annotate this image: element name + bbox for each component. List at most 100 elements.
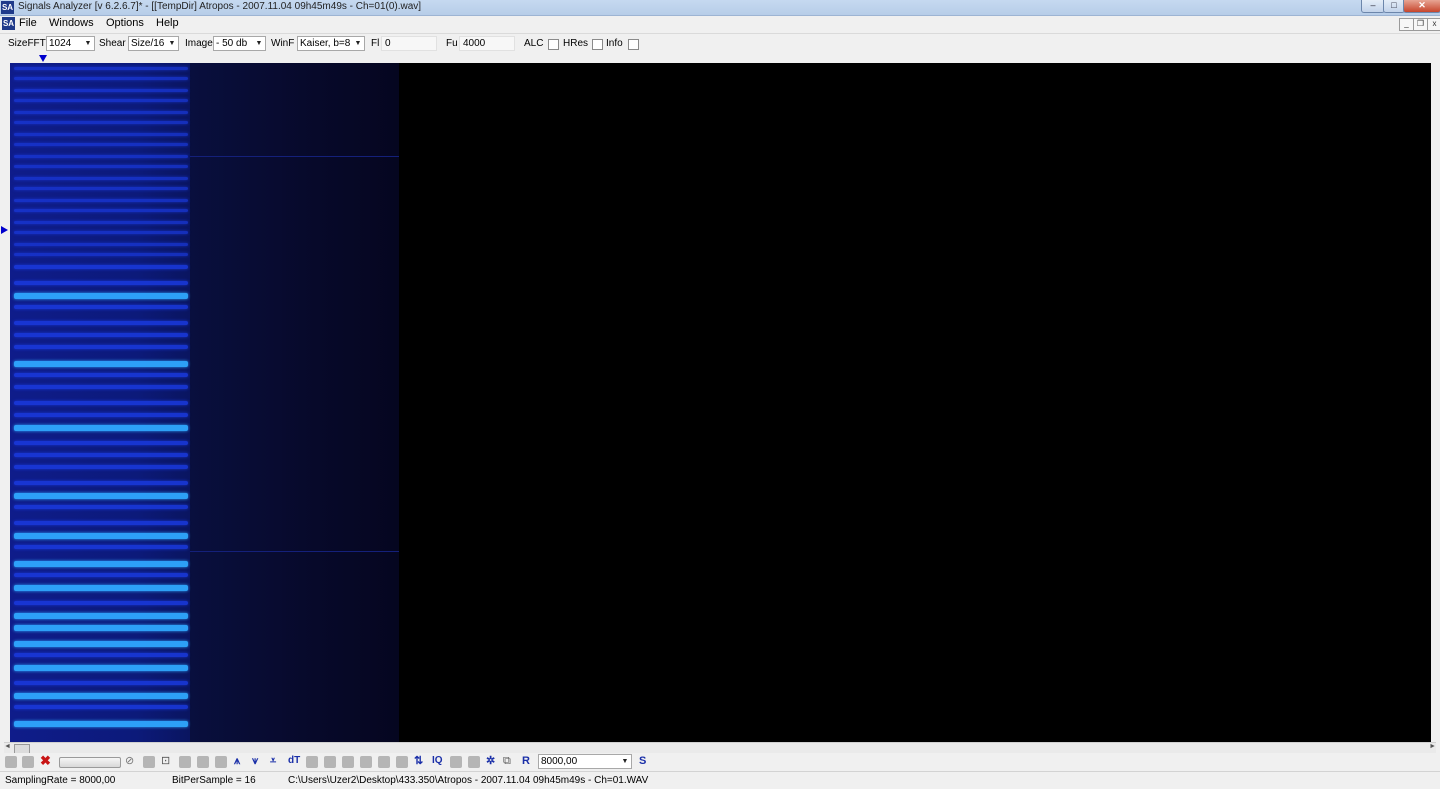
scroll-left-icon[interactable]: ◄	[4, 743, 11, 750]
sampling-rate-value: 8000,00	[541, 756, 578, 767]
menu-options[interactable]: Options	[106, 17, 144, 29]
no-entry-icon[interactable]: ⊘	[125, 754, 134, 768]
align-bottom-icon[interactable]: ⩡	[270, 754, 276, 768]
signal-burst	[14, 385, 188, 389]
fu-input[interactable]: 4000	[459, 36, 515, 51]
frequency-marker-icon[interactable]	[39, 55, 47, 62]
alc-checkbox[interactable]	[548, 39, 559, 50]
signal-burst	[14, 121, 188, 124]
signal-burst	[14, 221, 188, 224]
child-restore-button[interactable]: ❐	[1413, 18, 1428, 31]
sizefft-select[interactable]: 1024 ▼	[46, 36, 95, 51]
signal-burst	[14, 373, 188, 377]
signal-burst	[14, 653, 188, 657]
signal-burst	[14, 465, 188, 469]
signal-burst	[14, 361, 188, 367]
toolbar-button[interactable]	[179, 756, 191, 768]
sampling-rate-status: SamplingRate = 8000,00	[5, 775, 116, 786]
toolbar-button[interactable]	[215, 756, 227, 768]
r-icon[interactable]: R	[522, 754, 530, 768]
frame-icon[interactable]: ⊡	[161, 754, 170, 768]
info-label: Info	[606, 38, 623, 49]
signal-burst	[14, 425, 188, 431]
signal-burst	[14, 721, 188, 727]
child-minimize-button[interactable]: _	[1399, 18, 1414, 31]
signal-burst	[14, 209, 188, 212]
freq-swap-icon[interactable]: ⇅	[414, 754, 423, 768]
minimize-button[interactable]: –	[1361, 0, 1385, 13]
title-bar: SA Signals Analyzer [v 6.2.6.7]* - [[Tem…	[0, 0, 1440, 16]
signal-burst	[14, 705, 188, 709]
signal-burst	[14, 77, 188, 80]
delete-icon[interactable]: ✖	[40, 754, 51, 768]
toolbar-button[interactable]	[378, 756, 390, 768]
settings-icon[interactable]: ✲	[486, 754, 495, 768]
chevron-down-icon: ▼	[168, 40, 176, 47]
menu-file[interactable]: File	[19, 17, 37, 29]
toolbar-button[interactable]	[306, 756, 318, 768]
carrier-trace	[190, 156, 399, 157]
signal-burst	[14, 505, 188, 509]
image-select[interactable]: - 50 db ▼	[213, 36, 266, 51]
toolbar-button[interactable]	[468, 756, 480, 768]
spectrogram-canvas[interactable]	[10, 63, 1431, 742]
dt-icon[interactable]: dT	[288, 754, 300, 768]
signal-burst	[14, 345, 188, 349]
hres-checkbox[interactable]	[592, 39, 603, 50]
winf-select[interactable]: Kaiser, b=8 ▼	[297, 36, 365, 51]
document-icon[interactable]: SA	[2, 17, 15, 30]
scroll-right-icon[interactable]: ►	[1429, 743, 1436, 750]
sampling-rate-select[interactable]: 8000,00 ▼	[538, 754, 632, 769]
toolbar-button[interactable]	[396, 756, 408, 768]
signal-burst	[14, 265, 188, 269]
signal-burst	[14, 253, 188, 256]
info-checkbox[interactable]	[628, 39, 639, 50]
toolbar-button[interactable]	[450, 756, 462, 768]
toolbar-button[interactable]	[197, 756, 209, 768]
toolbar-button[interactable]	[324, 756, 336, 768]
signal-burst	[14, 281, 188, 285]
shear-label: Shear	[99, 38, 126, 49]
close-button[interactable]: ✕	[1403, 0, 1440, 13]
toolbar-button[interactable]	[22, 756, 34, 768]
menu-help[interactable]: Help	[156, 17, 179, 29]
signal-burst	[14, 521, 188, 525]
signal-burst	[14, 665, 188, 671]
s-icon[interactable]: S	[639, 754, 646, 768]
signal-burst	[14, 305, 188, 309]
signal-burst	[14, 243, 188, 246]
signal-burst	[14, 585, 188, 591]
horizontal-scrollbar[interactable]: ◄ ►	[4, 742, 1436, 754]
signal-burst	[14, 641, 188, 647]
signal-burst	[14, 441, 188, 445]
maximize-button[interactable]: □	[1383, 0, 1405, 13]
sizefft-value: 1024	[49, 38, 72, 49]
toolbar-button[interactable]	[360, 756, 372, 768]
signal-burst	[14, 333, 188, 337]
fl-input[interactable]: 0	[381, 36, 437, 51]
signal-burst	[14, 67, 188, 70]
menu-windows[interactable]: Windows	[49, 17, 94, 29]
time-marker-icon[interactable]	[1, 226, 8, 234]
signal-burst	[14, 143, 188, 146]
signal-burst	[14, 561, 188, 567]
zoom-slider[interactable]	[59, 757, 121, 768]
align-top-icon[interactable]: ⩚	[234, 754, 240, 768]
signal-burst	[14, 133, 188, 136]
copy-icon[interactable]: ⧉	[503, 754, 511, 768]
signal-burst	[14, 155, 188, 158]
align-middle-icon[interactable]: ⩛	[252, 754, 258, 768]
signal-burst	[14, 625, 188, 631]
shear-select[interactable]: Size/16 ▼	[128, 36, 179, 51]
signal-burst	[14, 199, 188, 202]
signal-burst	[14, 601, 188, 605]
iq-icon[interactable]: IQ	[432, 754, 443, 768]
signal-burst	[14, 533, 188, 539]
child-close-button[interactable]: x	[1427, 18, 1440, 31]
toolbar-button[interactable]	[342, 756, 354, 768]
toolbar-button[interactable]	[5, 756, 17, 768]
toolbar-button[interactable]	[143, 756, 155, 768]
signal-burst	[14, 99, 188, 102]
signal-burst	[14, 453, 188, 457]
signal-band-secondary	[190, 63, 399, 742]
